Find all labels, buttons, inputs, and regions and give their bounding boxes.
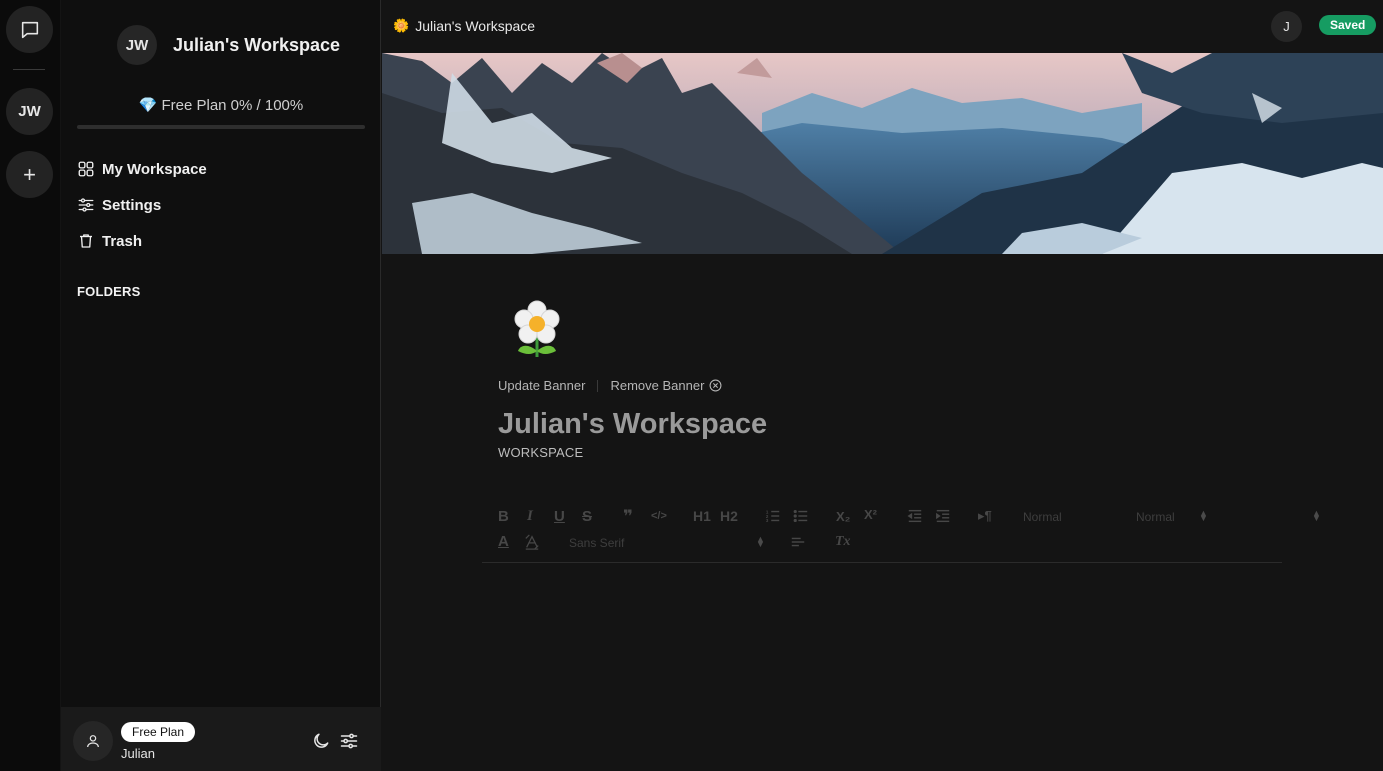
outdent-button[interactable] [907, 508, 923, 524]
collaborator-avatar[interactable]: J [1271, 11, 1302, 42]
size-select[interactable]: Normal [1136, 510, 1175, 524]
sidebar-item-label: Trash [102, 232, 143, 250]
align-left-icon [791, 537, 805, 547]
page-emoji-icon[interactable] [512, 299, 562, 366]
plan-usage: 💎 Free Plan 0% / 100% [61, 96, 381, 114]
saved-status-badge: Saved [1319, 15, 1377, 35]
diamond-icon: 💎 [138, 97, 158, 114]
trash-icon [80, 234, 92, 248]
rail-divider [13, 69, 45, 70]
user-avatar[interactable] [73, 721, 113, 761]
folders-heading: FOLDERS [77, 284, 141, 299]
add-workspace-button[interactable]: + [6, 151, 53, 198]
font-select[interactable]: Sans Serif [569, 536, 624, 550]
close-circle-icon [709, 379, 722, 392]
highlight-icon [525, 534, 539, 550]
background-color-button[interactable] [524, 534, 540, 550]
actions-divider [597, 379, 599, 392]
chat-button[interactable] [6, 6, 53, 53]
usage-progress-bar [77, 125, 365, 129]
plan-badge: Free Plan [121, 722, 196, 742]
user-name: Julian [121, 746, 155, 761]
chat-icon [21, 21, 38, 38]
sidebar-item-label: Settings [102, 196, 162, 214]
plan-usage-text: Free Plan 0% / 100% [161, 97, 304, 114]
update-banner-button[interactable]: Update Banner [498, 378, 585, 393]
font-color-button[interactable]: A [498, 533, 509, 550]
sidebar-item-label: My Workspace [102, 160, 207, 178]
sidebar: JW Julian's Workspace 💎 Free Plan 0% / 10… [61, 0, 381, 771]
underline-button[interactable]: U [554, 508, 565, 525]
sidebar-item-settings[interactable]: Settings [77, 196, 161, 214]
blockquote-button[interactable]: ❞ [623, 507, 633, 527]
banner-actions: Update Banner Remove Banner [498, 378, 722, 393]
bullet-list-icon [793, 509, 808, 523]
bullet-list-button[interactable] [793, 508, 809, 524]
text-direction-button[interactable]: ▸¶ [978, 508, 992, 524]
user-icon [87, 735, 99, 748]
grid-icon [78, 161, 94, 177]
workspace-rail: JW + [0, 0, 60, 771]
sidebar-item-trash[interactable]: Trash [77, 232, 142, 250]
page-type-label: WORKSPACE [498, 445, 584, 460]
strikethrough-button[interactable]: S [582, 508, 592, 525]
app-window: JW + JW Julian's Workspace 💎 Free Plan 0%… [0, 0, 1383, 771]
breadcrumb-title: Julian's Workspace [415, 18, 536, 34]
code-block-button[interactable]: </> [651, 510, 667, 522]
font-select-caret-icon: ▲ ▼ [756, 534, 765, 549]
bold-button[interactable]: B [498, 508, 509, 525]
italic-button[interactable]: I [527, 508, 533, 525]
user-card: Free Plan Julian [61, 707, 381, 771]
clear-format-button[interactable]: Tx [835, 534, 851, 550]
sidebar-item-my-workspace[interactable]: My Workspace [77, 160, 207, 178]
sliders-icon [78, 198, 94, 212]
page-title: Julian's Workspace [498, 408, 768, 440]
workspace-header[interactable]: JW Julian's Workspace [117, 25, 340, 65]
heading2-button[interactable]: H2 [720, 508, 738, 524]
superscript-button[interactable]: X² [864, 507, 877, 522]
breadcrumb[interactable]: 🌼 Julian's Workspace [393, 18, 535, 34]
indent-button[interactable] [935, 508, 951, 524]
header-select[interactable]: Normal [1023, 510, 1062, 524]
svg-text:3: 3 [766, 518, 769, 523]
outdent-icon [907, 509, 922, 523]
settings-sliders-icon[interactable] [339, 731, 359, 751]
align-button[interactable] [790, 534, 806, 550]
flower-emoji-icon [514, 300, 560, 357]
remove-banner-button[interactable]: Remove Banner [610, 378, 722, 393]
workspace-switch-button[interactable]: JW [6, 88, 53, 135]
top-bar: 🌼 Julian's Workspace J Saved [382, 0, 1383, 53]
workspace-name: Julian's Workspace [173, 34, 341, 55]
workspace-banner-image [382, 53, 1383, 254]
header-select-caret-icon: ▲ ▼ [1199, 508, 1208, 523]
ordered-list-button[interactable]: 123 [765, 508, 781, 524]
indent-icon [936, 509, 950, 523]
workspace-avatar: JW [117, 25, 157, 65]
ordered-list-icon: 123 [766, 509, 780, 523]
subscript-button[interactable]: X₂ [836, 509, 850, 524]
flower-icon: 🌼 [393, 18, 410, 33]
remove-banner-label: Remove Banner [610, 378, 705, 393]
heading1-button[interactable]: H1 [693, 508, 711, 524]
main-content: 🌼 Julian's Workspace J Saved Update Bann… [382, 0, 1383, 771]
moon-icon[interactable] [311, 731, 331, 751]
editor-toolbar: B I U S ❞ </> H1 H2 123 X₂ X² ▸¶ Normal [482, 500, 1321, 563]
size-select-caret-icon: ▲ ▼ [1312, 508, 1321, 523]
